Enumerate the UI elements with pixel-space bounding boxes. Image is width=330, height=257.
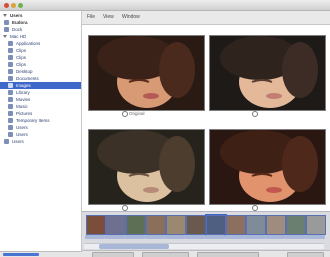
image-viewer: Original (82, 25, 330, 211)
thumbnail-label (145, 235, 165, 239)
filmstrip (82, 211, 330, 250)
status-field (92, 252, 134, 257)
thumbnail-label (305, 235, 325, 239)
sidebar-item-library[interactable]: Library (0, 89, 81, 96)
sidebar-item-eudora[interactable]: Eudora (0, 19, 81, 26)
sidebar-item-dock[interactable]: Dock (0, 26, 81, 33)
title-bar (0, 0, 330, 11)
thumbnail[interactable] (126, 215, 146, 235)
thumbnail-label (265, 235, 285, 239)
caption-original: Original (122, 111, 145, 117)
scrollbar-thumb[interactable] (99, 244, 169, 249)
photo-variant-4[interactable] (209, 129, 326, 205)
folder-icon (8, 41, 13, 46)
sidebar-item-desktop[interactable]: Desktop (0, 68, 81, 75)
thumbnail[interactable] (166, 215, 186, 235)
menu-file[interactable]: File (87, 14, 95, 20)
thumbnail-label (245, 235, 265, 239)
sidebar-item-music[interactable]: Music (0, 103, 81, 110)
portrait-image (210, 36, 325, 110)
folder-icon (8, 132, 13, 137)
thumbnail-label (285, 235, 305, 239)
thumbnail[interactable] (266, 215, 286, 235)
thumbnail-label (225, 235, 245, 239)
thumbnail[interactable] (86, 215, 106, 235)
folder-icon (4, 20, 9, 25)
portrait-image (210, 130, 325, 204)
folder-icon (8, 83, 13, 88)
thumbnail-label (165, 235, 185, 239)
folder-icon (8, 55, 13, 60)
thumbnail[interactable] (106, 215, 126, 235)
folder-icon (8, 104, 13, 109)
sidebar-item-images[interactable]: Images (0, 82, 81, 89)
status-field (142, 252, 189, 257)
sidebar-footer (0, 251, 82, 257)
thumbnail-label (85, 235, 105, 239)
photo-variant-2[interactable] (209, 35, 326, 111)
folder-icon (8, 76, 13, 81)
thumbnail[interactable] (286, 215, 306, 235)
folder-icon (8, 111, 13, 116)
menu-view[interactable]: View (103, 14, 114, 20)
sidebar-item-pictures[interactable]: Pictures (0, 110, 81, 117)
main-panel: File View Window Original (82, 11, 330, 257)
radio-circle-icon[interactable] (122, 111, 128, 117)
photo-variant-3[interactable] (88, 129, 205, 205)
thumbnail-label (185, 235, 205, 239)
radio-circle-icon[interactable] (252, 111, 258, 117)
folder-icon (8, 97, 13, 102)
app-window: Users Eudora Dock Mac HD Applications Cl… (0, 0, 330, 257)
thumbnail[interactable] (226, 215, 246, 235)
thumbnail[interactable] (186, 215, 206, 235)
sidebar-item-clips-2[interactable]: Clips (0, 54, 81, 61)
folder-icon (4, 139, 9, 144)
sidebar-item-applications[interactable]: Applications (0, 40, 81, 47)
caption-2 (252, 111, 259, 117)
status-field (287, 252, 324, 257)
folder-icon (8, 69, 13, 74)
disclosure-triangle-icon[interactable] (3, 35, 7, 38)
folder-icon (8, 125, 13, 130)
folder-icon (4, 27, 9, 32)
sidebar-item-clips-1[interactable]: Clips (0, 47, 81, 54)
sidebar-item-temporary-items[interactable]: Temporary Items (0, 117, 81, 124)
sidebar-item-movies[interactable]: Movies (0, 96, 81, 103)
menu-window[interactable]: Window (122, 14, 140, 20)
sidebar-item-documents[interactable]: Documents (0, 75, 81, 82)
status-bar (82, 250, 330, 257)
thumbnail[interactable] (306, 215, 326, 235)
photo-original[interactable] (88, 35, 205, 111)
portrait-image (89, 130, 204, 204)
status-field (197, 252, 259, 257)
thumbnail[interactable] (146, 215, 166, 235)
thumbnail[interactable] (246, 215, 266, 235)
folder-icon (8, 48, 13, 53)
sidebar-item-users-4[interactable]: Users (0, 138, 81, 145)
minimize-button[interactable] (11, 3, 16, 8)
thumbnail-label (125, 235, 145, 239)
zoom-button[interactable] (18, 3, 23, 8)
close-button[interactable] (4, 3, 9, 8)
sidebar-item-mac-hd[interactable]: Mac HD (0, 33, 81, 40)
sidebar-item-clips-3[interactable]: Clips (0, 61, 81, 68)
thumbnail-selected[interactable] (205, 214, 227, 236)
folder-icon (8, 118, 13, 123)
thumbnail-label (105, 235, 125, 239)
sidebar-item-users-2[interactable]: Users (0, 124, 81, 131)
folder-icon (8, 62, 13, 67)
filmstrip-scrollbar[interactable] (84, 243, 324, 249)
sidebar-item-users-3[interactable]: Users (0, 131, 81, 138)
portrait-image (89, 36, 204, 110)
menu-bar: File View Window (82, 11, 330, 25)
sidebar-progress (3, 253, 39, 256)
thumbnail-label (205, 235, 225, 239)
folder-icon (8, 90, 13, 95)
disclosure-triangle-icon[interactable] (3, 14, 7, 17)
sidebar-item-users[interactable]: Users (0, 12, 81, 19)
source-sidebar: Users Eudora Dock Mac HD Applications Cl… (0, 11, 82, 251)
